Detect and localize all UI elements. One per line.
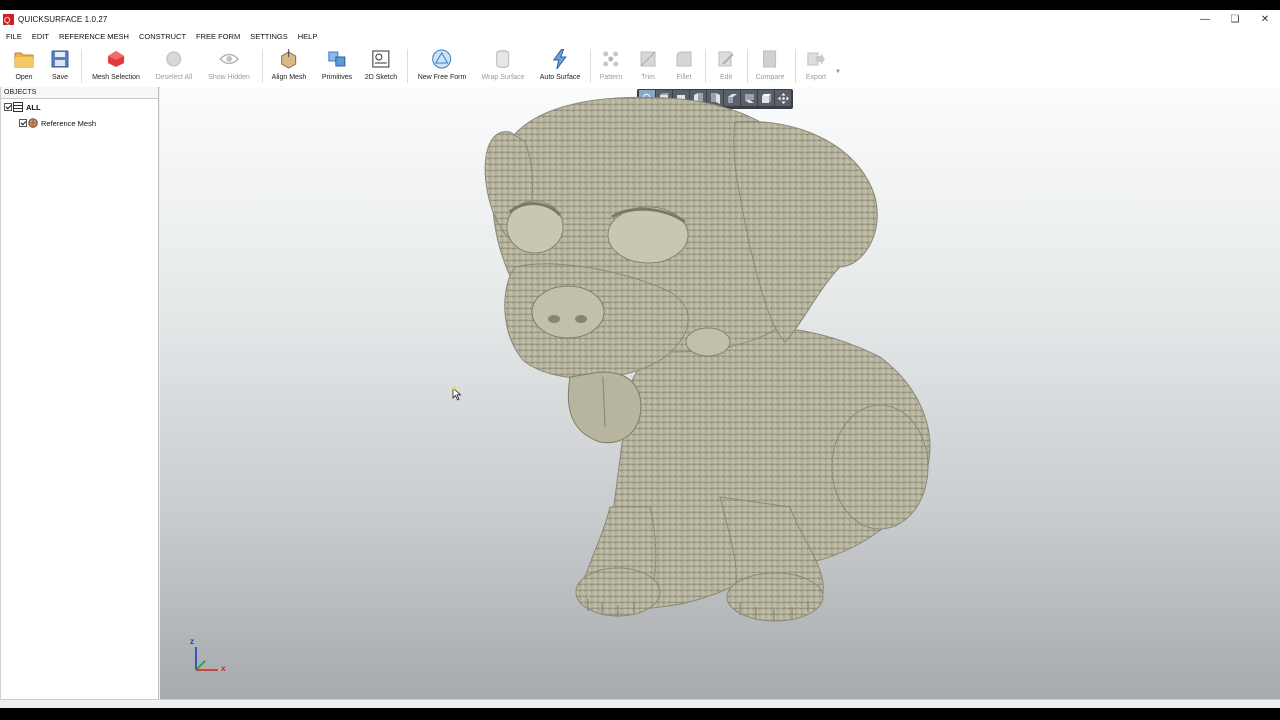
compare-button[interactable]: Compare (756, 43, 784, 87)
minimize-icon[interactable]: — (1190, 10, 1220, 29)
menu-reference-mesh[interactable]: REFERENCE MESH (59, 32, 129, 41)
export-dropdown-chevron-icon[interactable]: ▼ (835, 69, 841, 75)
axis-triad-icon (195, 647, 218, 671)
eye-icon (218, 49, 239, 69)
align-mesh-button[interactable]: Align Mesh (272, 43, 306, 87)
ribbon-toolbar: Open Save Mesh Selection Deselect All Sh… (0, 43, 1280, 88)
reference-mesh-model[interactable] (160, 87, 1280, 699)
tree-label-all: ALL (26, 102, 41, 112)
show-hidden-button[interactable]: Show Hidden (208, 43, 250, 87)
primitives-button[interactable]: Primitives (322, 43, 352, 87)
tree-item-all[interactable]: ALL (4, 101, 41, 113)
free-form-icon (432, 49, 452, 69)
menu-help[interactable]: HELP (298, 32, 318, 41)
mesh-icon (28, 118, 38, 128)
objects-panel-header: OBJECTS (1, 87, 158, 99)
sketch-icon (371, 49, 391, 69)
open-button[interactable]: Open (14, 43, 34, 87)
layers-icon (13, 102, 23, 112)
new-free-form-button[interactable]: New Free Form (418, 43, 466, 87)
mesh-selection-icon (106, 49, 126, 69)
tree-item-reference-mesh[interactable]: Reference Mesh (19, 117, 96, 129)
save-button[interactable]: Save (50, 43, 70, 87)
menu-bar: FILE EDIT REFERENCE MESH CONSTRUCT FREE … (0, 29, 1280, 43)
menu-settings[interactable]: SETTINGS (250, 32, 288, 41)
folder-icon (14, 49, 34, 69)
close-icon[interactable]: ✕ (1250, 10, 1280, 29)
axis-z-label: z (190, 637, 194, 646)
wrap-surface-icon (493, 49, 513, 69)
edit-button[interactable]: Edit (716, 43, 736, 87)
compare-icon (760, 49, 780, 69)
floppy-disk-icon (50, 49, 70, 69)
app-window: Q QUICKSURFACE 1.0.27 — ❏ ✕ FILE EDIT RE… (0, 10, 1280, 708)
restore-icon[interactable]: ❏ (1220, 10, 1250, 29)
menu-file[interactable]: FILE (6, 32, 22, 41)
export-button[interactable]: Export (806, 43, 826, 87)
checkbox-reference-mesh[interactable] (19, 119, 27, 127)
window-title: QUICKSURFACE 1.0.27 (18, 15, 108, 24)
fillet-button[interactable]: Fillet (674, 43, 694, 87)
mesh-selection-button[interactable]: Mesh Selection (92, 43, 140, 87)
align-mesh-icon (279, 49, 299, 69)
checkbox-all[interactable] (4, 103, 12, 111)
auto-surface-button[interactable]: Auto Surface (540, 43, 580, 87)
svg-text:Q: Q (4, 16, 10, 25)
3d-viewport[interactable]: z x (160, 87, 1280, 699)
menu-free-form[interactable]: FREE FORM (196, 32, 240, 41)
objects-panel: OBJECTS ALL Reference Mesh (0, 87, 159, 699)
2d-sketch-button[interactable]: 2D Sketch (365, 43, 397, 87)
status-bar (0, 699, 1280, 708)
menu-construct[interactable]: CONSTRUCT (139, 32, 186, 41)
trim-button[interactable]: Trim (638, 43, 658, 87)
export-arrow-icon (806, 49, 826, 69)
pattern-button[interactable]: Pattern (600, 43, 622, 87)
axis-triad: z x (188, 637, 238, 682)
tree-label-reference-mesh: Reference Mesh (41, 118, 97, 128)
title-bar: Q QUICKSURFACE 1.0.27 — ❏ ✕ (0, 10, 1280, 29)
edit-icon (716, 49, 736, 69)
fillet-icon (674, 49, 694, 69)
axis-x-label: x (221, 664, 226, 673)
wrap-surface-button[interactable]: Wrap Surface (482, 43, 524, 87)
deselect-icon (164, 49, 184, 69)
lightning-icon (550, 49, 570, 69)
app-logo-icon: Q (2, 14, 14, 26)
mouse-cursor-icon (452, 387, 462, 401)
pattern-icon (601, 49, 621, 69)
trim-icon (638, 49, 658, 69)
menu-edit[interactable]: EDIT (32, 32, 49, 41)
primitives-icon (327, 49, 347, 69)
deselect-all-button[interactable]: Deselect All (156, 43, 192, 87)
